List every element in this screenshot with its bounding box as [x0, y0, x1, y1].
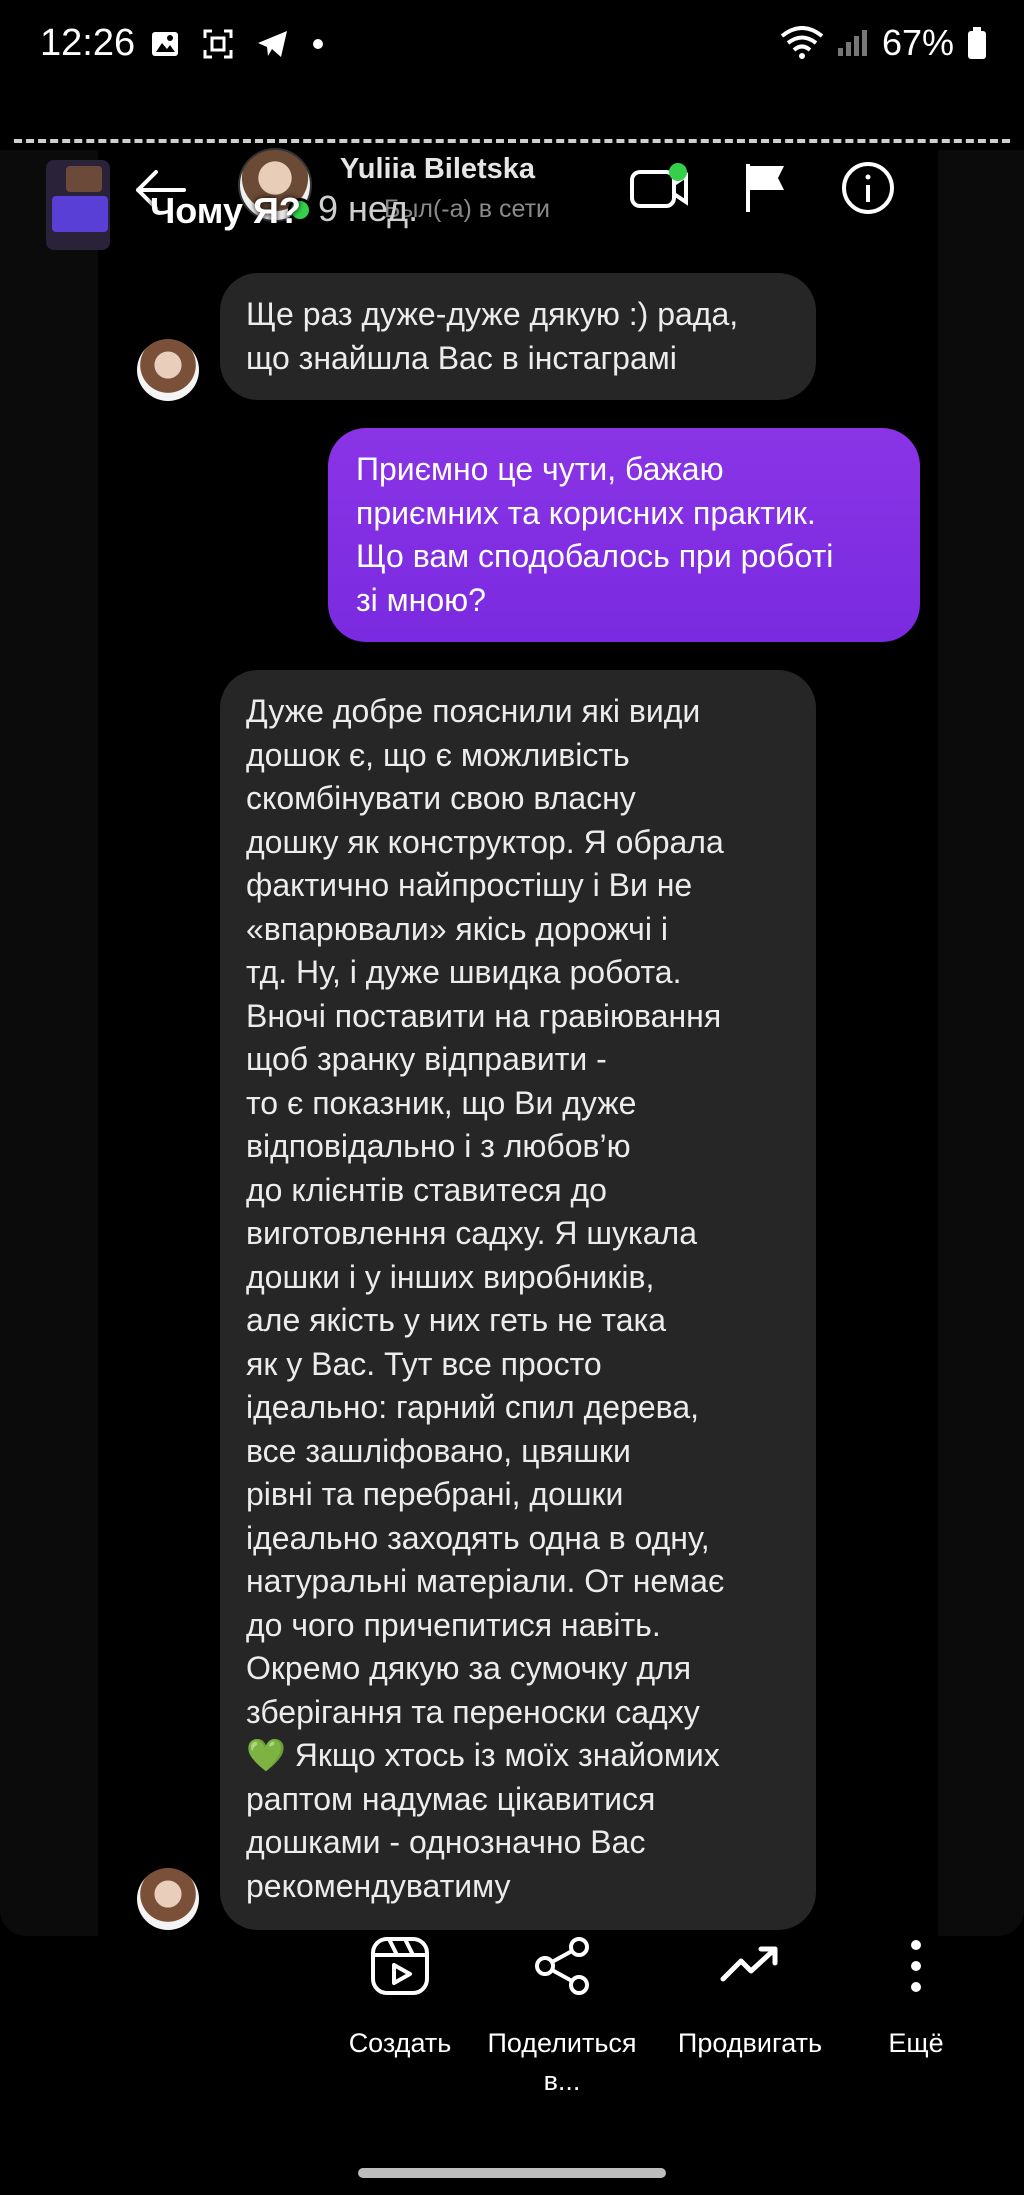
- post-age: 9 нед.: [318, 188, 419, 229]
- message-line: до чого причепитися навіть.: [246, 1606, 661, 1643]
- share-label-line1: Поделиться: [487, 2028, 637, 2058]
- message-line: приємних та корисних практик.: [356, 494, 816, 531]
- promote-button[interactable]: Продвигать: [662, 1935, 838, 2062]
- dot-icon: [313, 39, 323, 49]
- more-vertical-icon: [911, 1940, 921, 1992]
- screenshot-icon: [203, 29, 233, 59]
- signal-icon: [837, 30, 867, 56]
- message-line: дошками - однозначно Вас: [246, 1824, 646, 1860]
- share-icon: [535, 1937, 589, 1995]
- more-label: Ещё: [888, 2028, 944, 2058]
- green-heart-emoji: 💚: [246, 1737, 286, 1773]
- message-line: все зашліфовано, цвяшки: [246, 1432, 631, 1469]
- message-line: зберігання та переноски садху: [246, 1693, 700, 1730]
- more-button[interactable]: Ещё: [870, 1935, 962, 2062]
- message-line: тд. Ну, і дуже швидка робота.: [246, 954, 682, 990]
- message-line: фактично найпростішу і Ви не: [246, 867, 693, 903]
- message-line: Окремо дякую за сумочку для: [246, 1650, 692, 1686]
- report-flag-icon[interactable]: [740, 160, 790, 216]
- message-bubble-incoming[interactable]: Ще раз дуже-дуже дякую :) рада, що знайш…: [220, 273, 816, 400]
- message-line: Вночі поставити на гравіювання: [246, 997, 722, 1034]
- video-call-icon[interactable]: [628, 160, 692, 216]
- post-title: Чому Я?: [150, 190, 301, 231]
- message-line: дошок є, що є можливість: [246, 736, 630, 773]
- trending-up-icon: [720, 1946, 778, 1982]
- reels-icon: [371, 1937, 429, 1995]
- create-button[interactable]: Создать: [330, 1935, 470, 2062]
- battery-icon: [968, 27, 986, 59]
- message-bubble-incoming[interactable]: Дуже добре пояснили які види дошок є, що…: [220, 670, 816, 1930]
- status-notification-icons: [150, 28, 324, 60]
- message-line: ідеально: гарний спил дерева,: [246, 1389, 699, 1425]
- message-line: Якщо хтось із моїх знайомих: [294, 1737, 720, 1773]
- message-line: виготовлення садху. Я шукала: [246, 1215, 698, 1251]
- post-thumbnail[interactable]: [46, 160, 110, 250]
- sender-avatar[interactable]: [137, 1868, 199, 1930]
- message-line: рівні та перебрані, дошки: [246, 1476, 624, 1512]
- message-line: дошки і у інших виробників,: [246, 1258, 655, 1295]
- wifi-icon: [780, 26, 824, 59]
- message-line: Ще раз дуже-дуже дякую :) рада,: [246, 296, 739, 332]
- message-line: Дуже добре пояснили які види: [246, 693, 701, 729]
- screenshot-border: [14, 139, 1010, 143]
- contact-name[interactable]: Yuliia Biletska: [340, 153, 535, 186]
- battery-percent: 67%: [881, 22, 954, 63]
- message-line: як у Вас. Тут все просто: [246, 1345, 602, 1382]
- message-line: але якість у них геть не така: [246, 1302, 667, 1338]
- message-line: ідеально заходять одна в одну,: [246, 1519, 710, 1556]
- message-line: раптом надумає цікавитися: [246, 1780, 656, 1817]
- message-line-with-emoji: 💚 Якщо хтось із моїх знайомих: [246, 1734, 790, 1778]
- share-label-line2: в...: [543, 2066, 581, 2096]
- message-line: відповідально і з любов’ю: [246, 1128, 631, 1164]
- message-line: рекомендуватиму: [246, 1867, 511, 1904]
- message-line: Що вам сподобалось при роботі: [356, 538, 834, 574]
- message-line: до клієнтів ставитеся до: [246, 1171, 607, 1208]
- info-icon[interactable]: [840, 160, 896, 216]
- status-system-icons: 67%: [780, 22, 988, 64]
- sender-avatar[interactable]: [137, 339, 199, 401]
- status-bar: 12:26 67%: [0, 0, 1024, 90]
- gallery-icon: [152, 32, 178, 56]
- create-label: Создать: [348, 2028, 452, 2058]
- message-line: скомбінувати свою власну: [246, 780, 636, 816]
- message-line: зі мною?: [356, 581, 486, 618]
- share-button[interactable]: Поделиться в...: [476, 1935, 648, 2100]
- message-line: Приємно це чути, бажаю: [356, 451, 724, 487]
- telegram-icon: [258, 31, 287, 57]
- message-bubble-outgoing[interactable]: Приємно це чути, бажаю приємних та корис…: [328, 428, 920, 642]
- promote-label: Продвигать: [677, 2028, 823, 2058]
- message-line: дошку як конструктор. Я обрала: [246, 823, 724, 860]
- status-time: 12:26: [40, 22, 136, 64]
- message-line: натуральні матеріали. От немає: [246, 1563, 725, 1599]
- message-line: то є показник, що Ви дуже: [246, 1084, 637, 1121]
- home-indicator[interactable]: [358, 2168, 666, 2178]
- message-line: щоб зранку відправити -: [246, 1041, 607, 1077]
- message-line: що знайшла Вас в інстаграмі: [246, 339, 677, 376]
- message-line: «впарювали» якісь дорожчі і: [246, 910, 668, 947]
